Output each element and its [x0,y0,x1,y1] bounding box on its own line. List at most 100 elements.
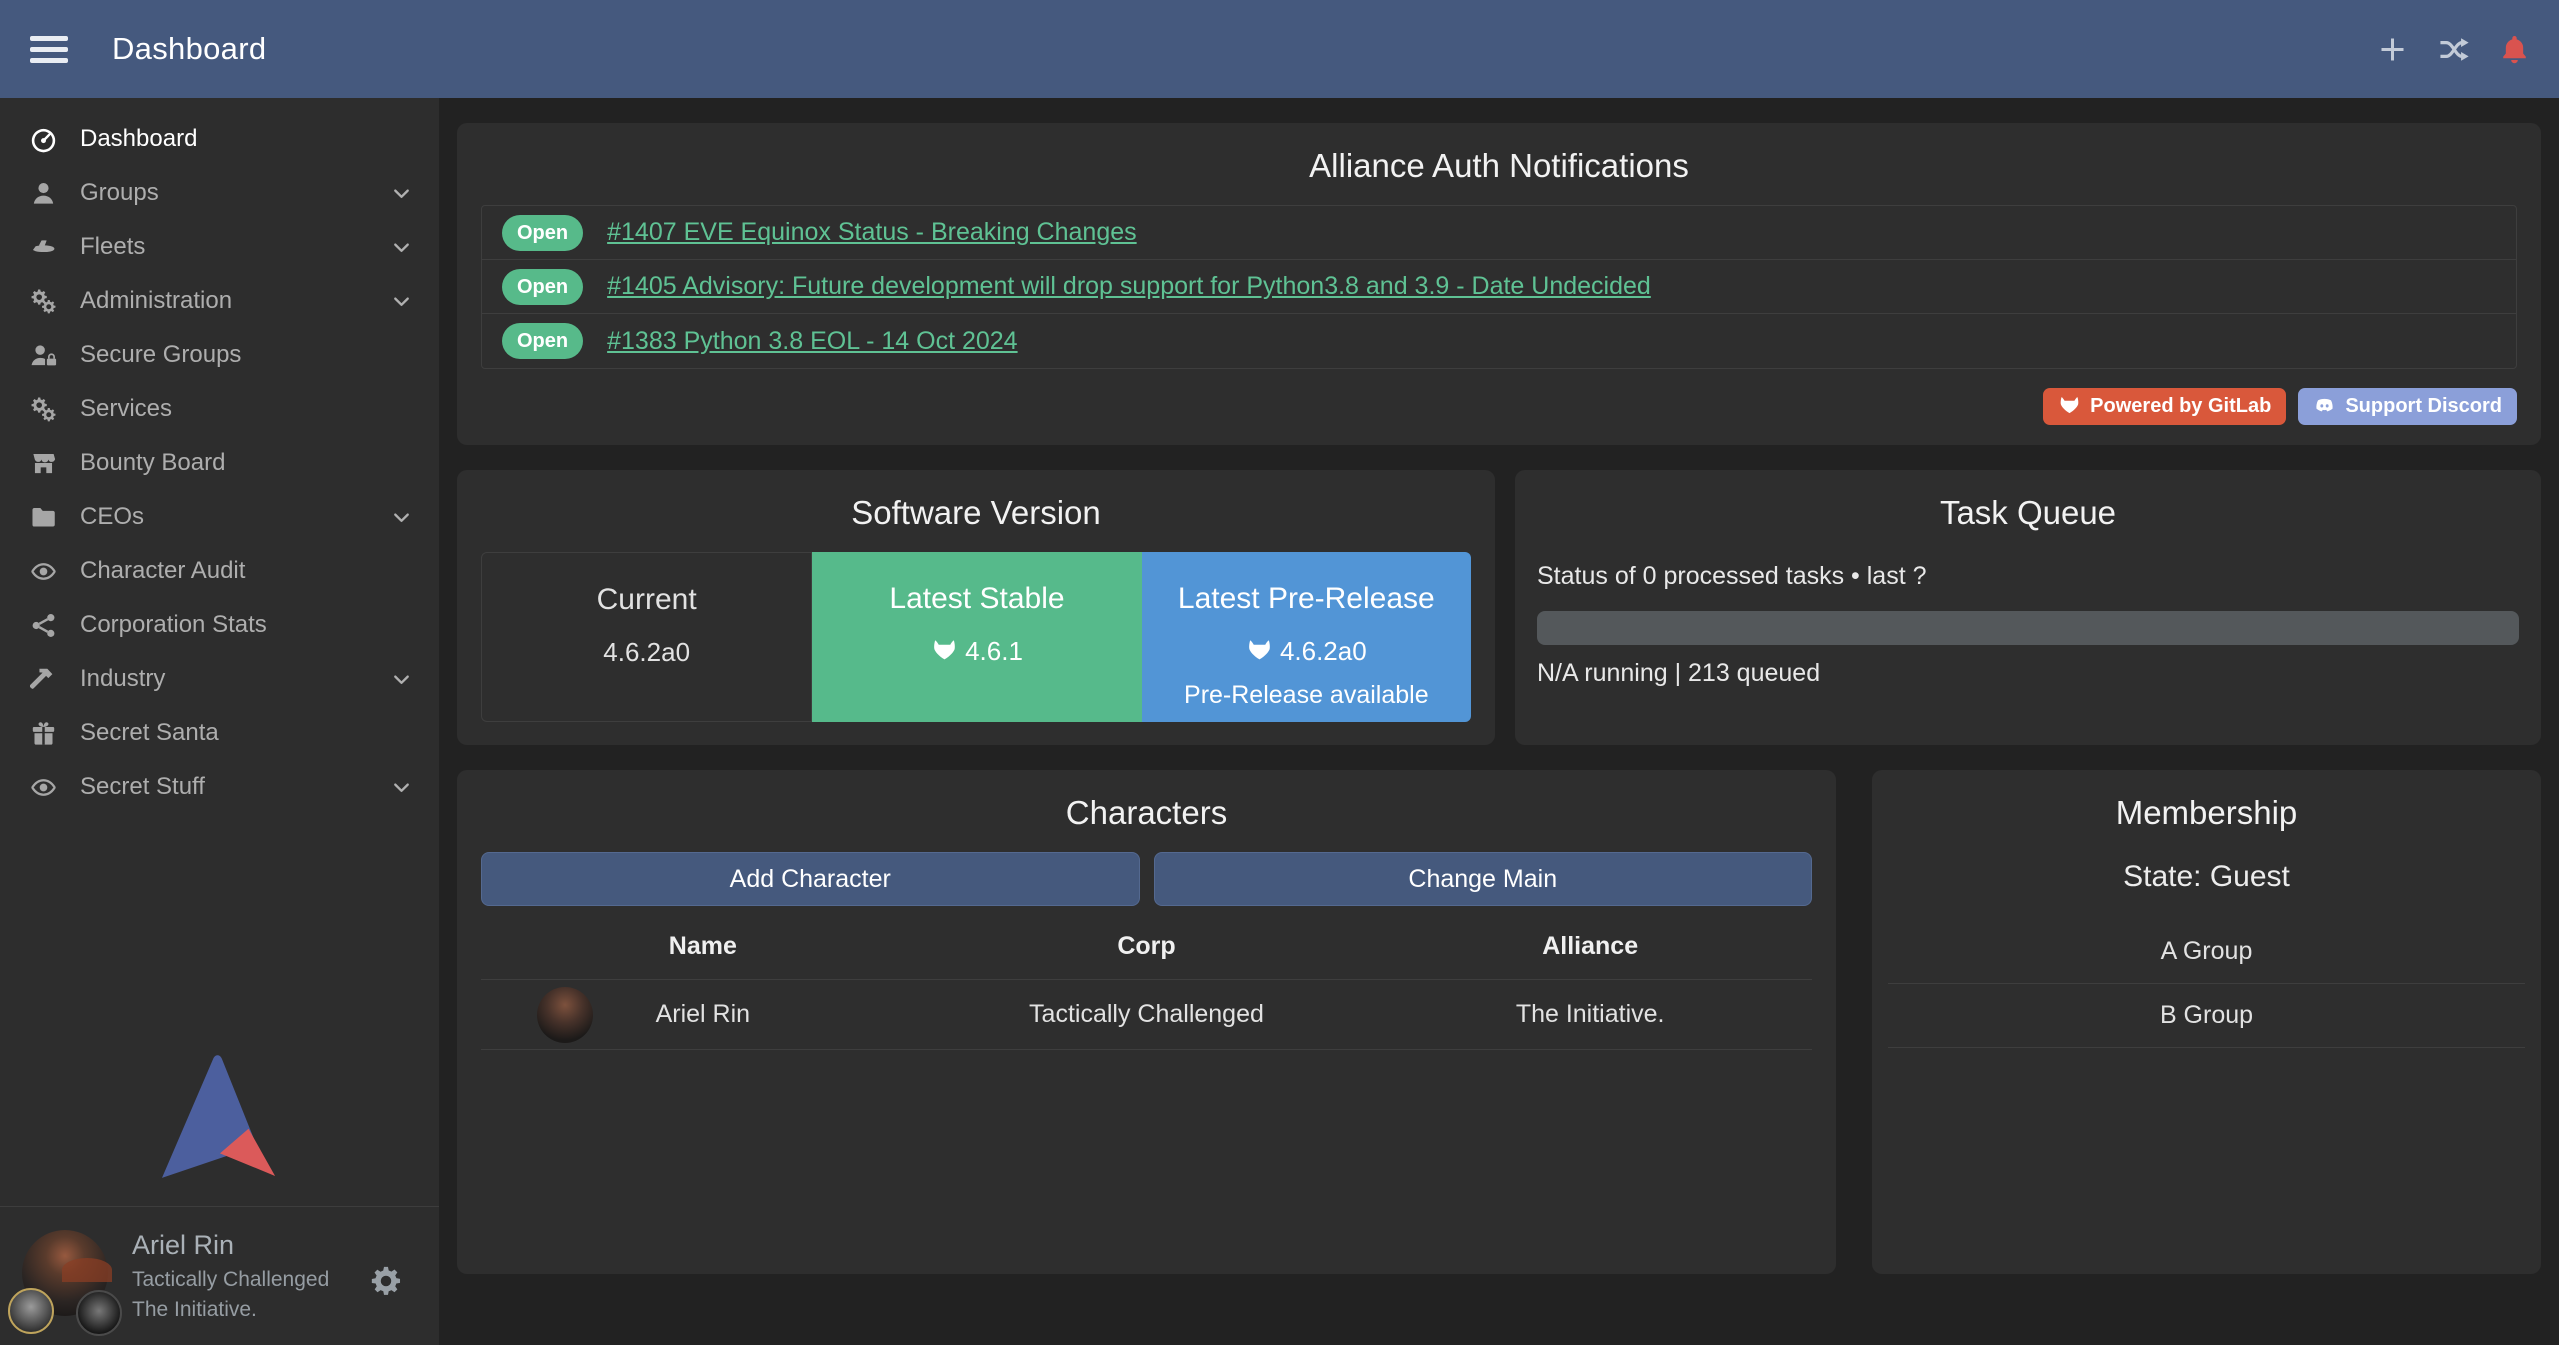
membership-state: State: Guest [1872,860,2541,894]
chevron-down-icon [390,776,413,799]
change-main-button[interactable]: Change Main [1154,852,1813,906]
characters-panel: Characters Add Character Change Main Name… [457,770,1836,1274]
sidebar-item-label: CEOs [80,503,144,531]
chevron-down-icon [390,668,413,691]
alliance-auth-logo [161,1055,279,1183]
sidebar-item-ceos[interactable]: CEOs [0,490,439,544]
page-title: Dashboard [112,31,266,67]
discord-badge[interactable]: Support Discord [2298,388,2517,425]
notification-link[interactable]: #1405 Advisory: Future development will … [607,272,1651,301]
hammer-icon [30,666,60,693]
user-corp-logo [8,1288,54,1334]
badge-label: Powered by GitLab [2090,395,2271,418]
sidebar-item-label: Secret Santa [80,719,219,747]
character-name: Ariel Rin [656,1000,750,1028]
characters-buttons: Add Character Change Main [481,852,1812,906]
eye-icon [30,558,60,585]
sidebar-item-label: Secure Groups [80,341,241,369]
version-value: 4.6.2a0 [482,637,811,668]
user-alliance-logo [76,1290,122,1336]
notification-row: Open #1407 EVE Equinox Status - Breaking … [482,206,2516,260]
user-corp: Tactically Challenged [132,1268,329,1292]
sidebar-item-label: Fleets [80,233,145,261]
membership-title: Membership [1872,794,2541,832]
user-lock-icon [30,342,60,369]
alliance-auth-notifications-panel: Alliance Auth Notifications Open #1407 EV… [457,123,2541,445]
add-character-button[interactable]: Add Character [481,852,1140,906]
notification-link[interactable]: #1407 EVE Equinox Status - Breaking Chan… [607,218,1137,247]
sidebar-item-label: Dashboard [80,125,197,153]
gitlab-icon [2058,395,2081,418]
sidebar-item-bounty-board[interactable]: Bounty Board [0,436,439,490]
version-note: Pre-Release available [1142,681,1471,710]
sidebar-item-secret-santa[interactable]: Secret Santa [0,706,439,760]
open-status-badge: Open [502,215,583,251]
gears-icon [30,396,60,423]
user-settings-gear-icon[interactable] [369,1264,403,1298]
task-queue-progress-bar [1537,611,2519,645]
sidebar-item-industry[interactable]: Industry [0,652,439,706]
characters-title: Characters [457,794,1836,832]
rocket-icon [30,234,60,261]
sidebar-item-label: Industry [80,665,165,693]
task-queue-panel: Task Queue Status of 0 processed tasks •… [1515,470,2541,745]
sidebar-item-label: Character Audit [80,557,245,585]
version-column-latest-pre-release: Latest Pre-Release 4.6.2a0 Pre-Release ava… [1142,552,1471,722]
discord-icon [2313,395,2336,418]
software-version-title: Software Version [457,494,1495,532]
sidebar-item-corporation-stats[interactable]: Corporation Stats [0,598,439,652]
gauge-icon [30,126,60,153]
column-header-name: Name [481,910,925,980]
sidebar-item-services[interactable]: Services [0,382,439,436]
user-alliance: The Initiative. [132,1298,257,1322]
hamburger-menu-icon[interactable] [30,30,68,69]
chevron-down-icon [390,506,413,529]
notification-row: Open #1383 Python 3.8 EOL - 14 Oct 2024 [482,314,2516,368]
notifications-title: Alliance Auth Notifications [457,147,2541,185]
gitlab-badge[interactable]: Powered by GitLab [2043,388,2286,425]
folder-icon [30,504,60,531]
characters-table: NameCorpAlliance Ariel RinTactically Cha… [481,910,1812,1050]
sidebar-item-fleets[interactable]: Fleets [0,220,439,274]
notification-row: Open#1405 Advisory: Future development w… [482,260,2516,314]
chevron-down-icon [390,236,413,259]
version-value: 4.6.2a0 [1142,636,1471,667]
gears-icon [30,288,60,315]
sidebar-item-character-audit[interactable]: Character Audit [0,544,439,598]
sidebar-item-label: Bounty Board [80,449,225,477]
badge-label: Support Discord [2345,395,2502,418]
notification-link[interactable]: #1383 Python 3.8 EOL - 14 Oct 2024 [607,327,1017,356]
open-status-badge: Open [502,323,583,359]
membership-group-item: B Group [1888,984,2525,1048]
version-value: 4.6.1 [812,636,1141,667]
task-queue-caption: N/A running | 213 queued [1537,659,2519,688]
sidebar-item-label: Corporation Stats [80,611,267,639]
chevron-down-icon [390,182,413,205]
sidebar: Dashboard Groups Fleets Administration Secur… [0,98,439,1345]
sidebar-item-secret-stuff[interactable]: Secret Stuff [0,760,439,814]
sidebar-item-administration[interactable]: Administration [0,274,439,328]
character-corp: Tactically Challenged [925,980,1369,1050]
navbar-actions [2376,33,2531,66]
notifications-footer-badges: Powered by GitLab Support Discord [2043,388,2517,425]
user-name: Ariel Rin [132,1230,234,1261]
software-version-columns: Current4.6.2a0Latest Stable4.6.1Latest P… [481,552,1471,722]
sidebar-item-secure-groups[interactable]: Secure Groups [0,328,439,382]
gift-icon [30,720,60,747]
plus-icon[interactable] [2376,33,2409,66]
shop-icon [30,450,60,477]
sidebar-item-dashboard[interactable]: Dashboard [0,112,439,166]
character-row: Ariel Rin Tactically ChallengedThe Initia… [481,980,1812,1050]
membership-panel: Membership State: Guest A GroupB Group [1872,770,2541,1274]
sidebar-item-label: Administration [80,287,232,315]
bell-icon[interactable] [2498,33,2531,66]
version-column-label: Latest Pre-Release [1142,582,1471,616]
version-column-current: Current4.6.2a0 [481,552,812,722]
character-alliance: The Initiative. [1368,980,1812,1050]
shuffle-icon[interactable] [2437,33,2470,66]
character-portrait [537,987,593,1043]
sidebar-item-label: Services [80,395,172,423]
gitlab-icon [1246,639,1273,664]
sidebar-item-groups[interactable]: Groups [0,166,439,220]
task-queue-status: Status of 0 processed tasks • last ? [1537,562,2519,591]
